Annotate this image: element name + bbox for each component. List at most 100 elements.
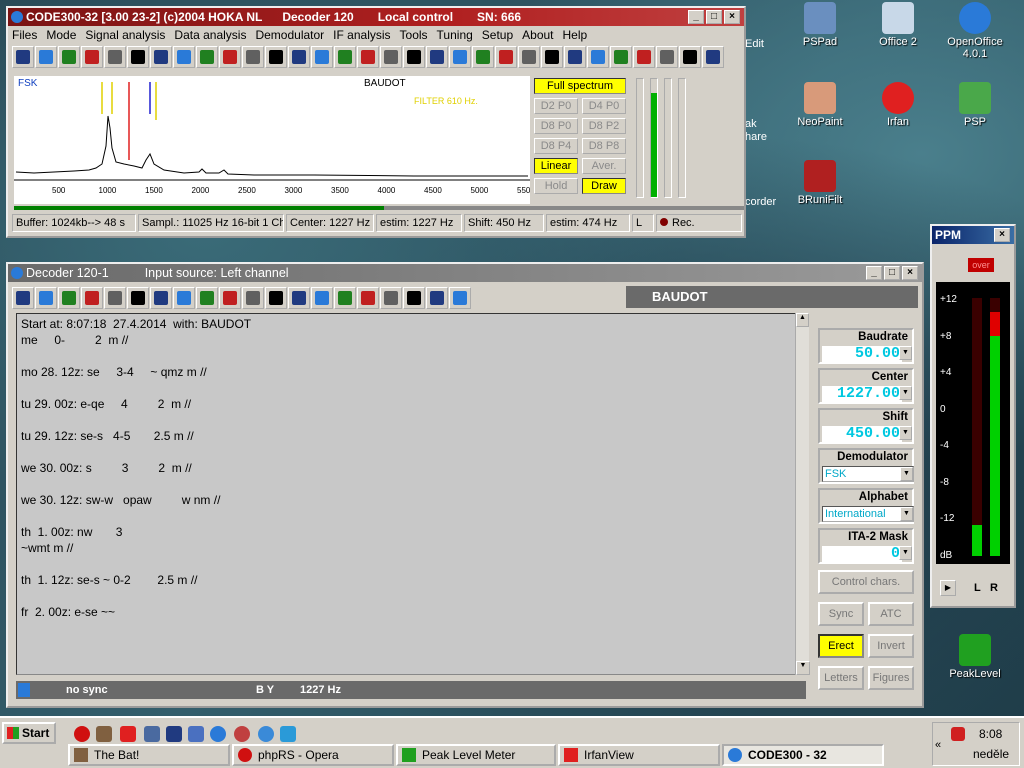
tray-time[interactable]: 8:08 [979,727,1002,741]
spectrum-display[interactable]: FSK BAUDOT FILTER 610 Hz. 500 1000 1500 200… [14,76,530,204]
menu-help[interactable]: Help [563,28,588,42]
bars-icon[interactable] [12,287,34,309]
tray-shield-icon[interactable] [951,727,965,741]
decoded-text-area[interactable]: Start at: 8:07:18 27.4.2014 with: BAUDOT… [16,313,796,675]
stats-icon[interactable] [334,46,356,68]
alphabet-select[interactable]: International ▼ [822,506,914,522]
right-icon[interactable] [679,46,701,68]
alphabet-dropdown-icon[interactable]: ▼ [900,507,913,521]
pause-icon[interactable] [587,46,609,68]
menu-if-analysis[interactable]: IF analysis [333,28,390,42]
scroll-down-arrow[interactable]: ▼ [796,661,810,675]
invert-button[interactable]: Invert [868,634,914,658]
memo-icon[interactable] [380,46,402,68]
colors-icon[interactable] [311,287,333,309]
scroll-up-arrow[interactable]: ▲ [796,313,809,327]
binoculars-icon[interactable] [173,287,195,309]
desktop-icon-psp[interactable]: PSP [937,82,1013,128]
ppm-title-bar[interactable]: PPM × [932,226,1014,244]
spectrum-icon[interactable] [150,46,172,68]
control-chars-button[interactable]: Control chars. [818,570,914,594]
d4p0-button[interactable]: D4 P0 [582,98,626,114]
desktop-icon-irfan[interactable]: Irfan [860,82,936,128]
right-channel-icon[interactable] [426,287,448,309]
bin-icon[interactable] [495,46,517,68]
d8p2-button[interactable]: D8 P2 [582,118,626,134]
sync-button[interactable]: Sync [818,602,864,626]
shift-dropdown-icon[interactable]: ▼ [899,426,912,440]
save-lp-icon[interactable] [81,287,103,309]
meter-icon[interactable] [472,46,494,68]
updown-icon[interactable] [357,287,379,309]
shift-value[interactable]: 450.00 [822,426,902,442]
auto-icon[interactable] [265,46,287,68]
figures-button[interactable]: Figures [868,666,914,690]
tray-expand-icon[interactable]: « [935,739,941,751]
decoder-minimize-button[interactable]: _ [866,266,882,280]
d8p8-button[interactable]: D8 P8 [582,138,626,154]
xy-icon[interactable] [196,46,218,68]
aver-button[interactable]: Aver. [582,158,626,174]
play-icon[interactable] [541,46,563,68]
desktop-icon-openoffice[interactable]: OpenOffice 4.0.1 [937,2,1013,60]
view-icon[interactable] [12,46,34,68]
wx-icon[interactable] [242,287,264,309]
settings-icon[interactable] [58,287,80,309]
desktop-icon-peaklevel[interactable]: PeakLevel [937,634,1013,680]
menu-data-analysis[interactable]: Data analysis [174,28,246,42]
d8p4-button[interactable]: D8 P4 [534,138,578,154]
cr-icon[interactable] [334,287,356,309]
desktop-icon-neopaint[interactable]: NeoPaint [782,82,858,128]
scope-icon[interactable] [104,46,126,68]
record-icon[interactable] [564,46,586,68]
task-irfanview[interactable]: IrfanView [558,744,720,766]
case-icon[interactable] [265,287,287,309]
baudrate-dropdown-icon[interactable]: ▼ [899,346,912,360]
music-icon[interactable] [449,46,471,68]
quicklaunch-app2-icon[interactable] [96,726,112,742]
clear-icon[interactable] [219,287,241,309]
desktop-icon-pspad[interactable]: PSPad [782,2,858,48]
quicklaunch-search-icon[interactable] [258,726,274,742]
refresh-icon[interactable] [35,287,57,309]
text-scrollbar[interactable]: ▲ ▼ [795,313,810,675]
save-txt-icon[interactable] [104,287,126,309]
quicklaunch-info-icon[interactable] [188,726,204,742]
menu-setup[interactable]: Setup [482,28,513,42]
full-spectrum-button[interactable]: Full spectrum [534,78,626,94]
menu-files[interactable]: Files [12,28,37,42]
minimize-button[interactable]: _ [688,10,704,24]
baudrate-value[interactable]: 50.00 [822,346,902,362]
ppm-close-button[interactable]: × [994,228,1010,242]
task-code300[interactable]: CODE300 - 32 [722,744,884,766]
sonagram-icon[interactable] [173,46,195,68]
linear-button[interactable]: Linear [534,158,578,174]
menu-about[interactable]: About [522,28,553,42]
decoder-close-button[interactable]: × [902,266,918,280]
d2p0-button[interactable]: D2 P0 [534,98,578,114]
decoder-title-bar[interactable]: Decoder 120-1 Input source: Left channel… [8,264,922,282]
task-the-bat[interactable]: The Bat! [68,744,230,766]
menu-demodulator[interactable]: Demodulator [255,28,324,42]
keyboard-icon[interactable] [288,287,310,309]
menu-tools[interactable]: Tools [400,28,428,42]
graph-icon[interactable] [357,46,379,68]
fft-icon[interactable] [242,46,264,68]
demodulator-dropdown-icon[interactable]: ▼ [900,467,913,481]
table-icon[interactable] [403,46,425,68]
draw-button[interactable]: Draw [582,178,626,194]
center-value[interactable]: 1227.00 [822,386,902,402]
letters-button[interactable]: Letters [818,666,864,690]
task-opera[interactable]: phpRS - Opera [232,744,394,766]
signal-icon[interactable] [58,46,80,68]
code-icon[interactable] [311,46,333,68]
wave-icon[interactable] [426,46,448,68]
help-icon[interactable] [380,287,402,309]
main-title-bar[interactable]: CODE300-32 [3.00 23-2] (c)2004 HOKA NL D… [8,8,744,26]
quicklaunch-irfan-icon[interactable] [120,726,136,742]
help-icon[interactable] [518,46,540,68]
desktop-icon-office[interactable]: Office 2 [860,2,936,48]
center-dropdown-icon[interactable]: ▼ [899,386,912,400]
waterfall-icon[interactable] [127,46,149,68]
font-icon[interactable] [127,287,149,309]
